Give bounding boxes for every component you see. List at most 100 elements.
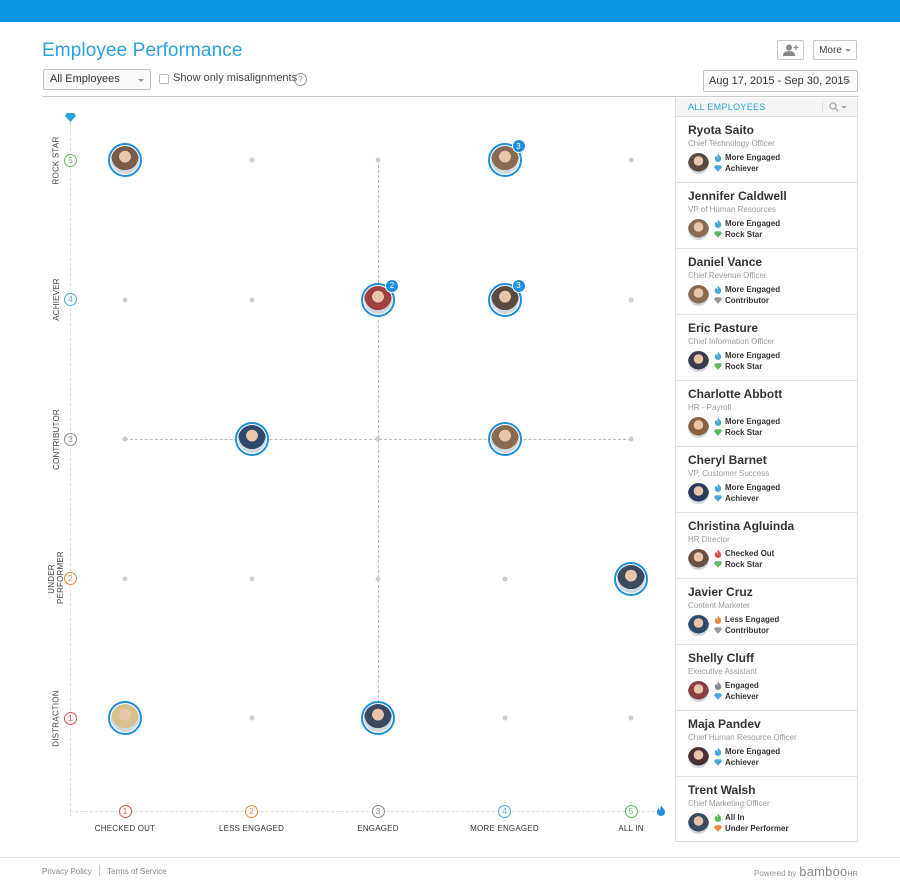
employee-card[interactable]: Daniel Vance Chief Revenue Officer More En…	[676, 249, 857, 315]
date-range-select[interactable]: Aug 17, 2015 - Sep 30, 2015	[703, 70, 858, 92]
gem-icon	[714, 825, 722, 832]
employee-title: VP, Customer Success	[688, 469, 770, 478]
employee-title: Chief Revenue Officer	[688, 271, 767, 280]
x-tick-label: CHECKED OUT	[94, 824, 156, 833]
employee-avatar	[688, 416, 709, 438]
flame-icon	[714, 747, 722, 756]
employee-avatar	[688, 680, 709, 702]
gem-icon	[714, 561, 722, 568]
grid-dot	[628, 297, 634, 302]
help-icon[interactable]: ?	[294, 73, 307, 86]
x-tick-number: 1	[118, 805, 132, 818]
engagement-level: More Engaged	[725, 285, 781, 294]
avatar-photo	[237, 425, 266, 453]
employee-card[interactable]: Shelly Cluff Executive Assistant Engaged Ac…	[676, 645, 857, 711]
chevron-down-icon	[844, 48, 851, 52]
employee-avatar-point[interactable]	[108, 701, 142, 735]
privacy-policy-link[interactable]: Privacy Policy	[42, 867, 92, 876]
gem-icon	[65, 113, 76, 122]
employee-card[interactable]: Cheryl Barnet VP, Customer Success More En…	[676, 447, 857, 513]
employee-card[interactable]: Jennifer Caldwell VP of Human Resources Mo…	[676, 183, 857, 249]
employee-card[interactable]: Christina Agluinda HR Director Checked Out…	[676, 513, 857, 579]
engagement-level: More Engaged	[725, 483, 781, 492]
flame-icon	[714, 153, 722, 162]
y-tick-number: 3	[64, 432, 77, 446]
terms-of-service-link[interactable]: Terms of Service	[107, 867, 167, 876]
powered-by-label: Powered by	[754, 869, 797, 878]
page-title: Employee Performance	[42, 40, 243, 61]
gem-icon	[714, 693, 722, 700]
misalignments-label[interactable]: Show only misalignments	[173, 72, 297, 84]
footer-divider	[0, 857, 900, 858]
grid-dot	[122, 576, 128, 581]
x-axis-line	[70, 811, 660, 812]
employee-list: Ryota Saito Chief Technology Officer More …	[676, 117, 857, 843]
brand-name: bamboo	[799, 864, 848, 879]
search-icon	[829, 102, 839, 112]
avatar-photo	[617, 564, 645, 593]
employee-avatar	[688, 812, 709, 834]
employee-filter-value: All Employees	[50, 73, 120, 85]
employee-list-title[interactable]: ALL EMPLOYEES	[688, 102, 766, 112]
x-tick-label: ENGAGED	[357, 824, 399, 833]
employee-name: Javier Cruz	[688, 585, 753, 599]
x-tick-label: MORE ENGAGED	[470, 824, 539, 833]
employee-card[interactable]: Charlotte Abbott HR - Payroll More Engaged…	[676, 381, 857, 447]
brand-suffix: HR	[847, 871, 858, 878]
gem-icon	[714, 231, 722, 238]
employee-count-badge: 3	[511, 278, 526, 293]
more-label: More	[819, 44, 842, 56]
engagement-level: More Engaged	[725, 351, 781, 360]
performance-level: Under Performer	[725, 824, 789, 833]
grid-dot	[249, 157, 254, 163]
date-range-value: Aug 17, 2015 - Sep 30, 2015	[709, 75, 850, 87]
employee-avatar	[688, 218, 709, 240]
employee-avatar-point[interactable]	[614, 561, 648, 596]
avatar-photo	[111, 146, 139, 174]
employee-avatar-point[interactable]	[234, 422, 269, 456]
add-user-button[interactable]	[777, 40, 804, 60]
grid-dot	[628, 436, 634, 442]
employee-avatar-point[interactable]	[361, 701, 395, 735]
engagement-level: All In	[725, 813, 745, 822]
employee-filter-select[interactable]: All Employees	[43, 69, 151, 90]
employee-name: Ryota Saito	[688, 123, 755, 137]
x-tick-label: LESS ENGAGED	[218, 824, 285, 833]
x-tick-number: 5	[624, 805, 638, 818]
flame-icon	[714, 285, 722, 294]
employee-avatar-point[interactable]	[108, 143, 142, 177]
search-button[interactable]	[822, 101, 847, 113]
employee-avatar-point[interactable]	[487, 422, 522, 456]
engagement-level: More Engaged	[725, 153, 781, 162]
grid-dot	[375, 576, 381, 581]
grid-dot	[249, 297, 254, 302]
performance-level: Achiever	[725, 164, 759, 173]
misalignments-checkbox[interactable]	[159, 74, 169, 84]
performance-level: Achiever	[725, 494, 759, 503]
engagement-level: Engaged	[725, 681, 759, 690]
employee-list-header: ALL EMPLOYEES	[676, 98, 857, 117]
flame-icon	[714, 813, 722, 822]
employee-card[interactable]: Maja Pandev Chief Human Resource Officer M…	[676, 711, 857, 777]
employee-count-badge: 2	[385, 278, 399, 293]
employee-card[interactable]: Javier Cruz Content Marketer Less Engaged C…	[676, 579, 857, 645]
chevron-down-icon	[138, 79, 144, 82]
employee-card[interactable]: Ryota Saito Chief Technology Officer More …	[676, 117, 857, 183]
employee-avatar	[688, 614, 709, 636]
employee-title: VP of Human Resources	[688, 205, 776, 214]
engagement-level: Less Engaged	[725, 615, 780, 624]
y-tick-number: 1	[64, 711, 77, 725]
employee-title: Chief Technology Officer	[688, 139, 775, 148]
flame-icon	[657, 805, 665, 816]
employee-card[interactable]: Trent Walsh Chief Marketing Officer All In…	[676, 777, 857, 843]
gem-icon	[714, 495, 722, 502]
y-tick-label: DISTRACTION	[51, 689, 61, 747]
employee-card[interactable]: Eric Pasture Chief Information Officer Mor…	[676, 315, 857, 381]
x-tick-label: ALL IN	[618, 824, 644, 833]
grid-dot	[375, 436, 381, 442]
engagement-level: More Engaged	[725, 219, 781, 228]
grid-dot	[122, 297, 128, 302]
more-button[interactable]: More	[813, 40, 857, 60]
performance-level: Rock Star	[725, 362, 763, 371]
flame-icon	[714, 351, 722, 360]
